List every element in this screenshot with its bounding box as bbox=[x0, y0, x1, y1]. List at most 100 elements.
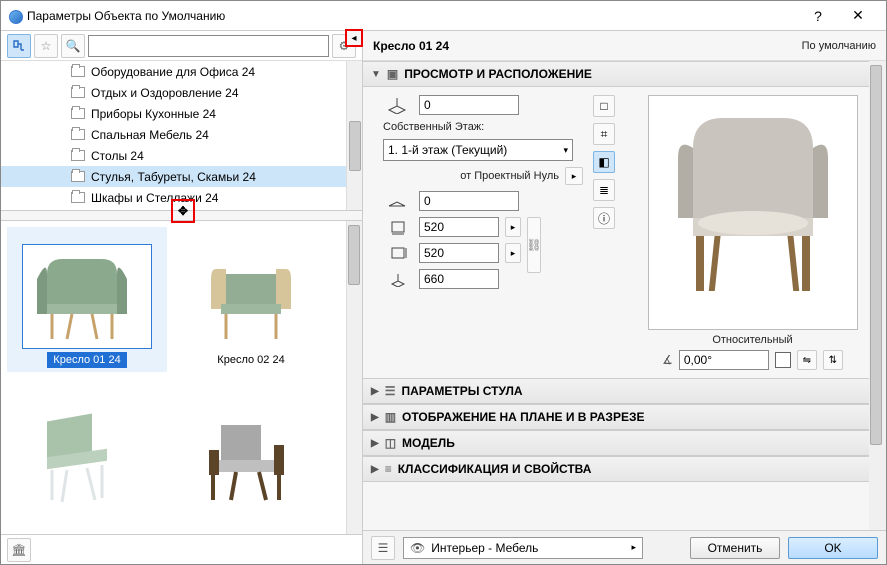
info-icon: ⓘ bbox=[598, 210, 610, 227]
split-divider[interactable]: ✥ bbox=[1, 211, 362, 221]
story-select[interactable]: 1. 1-й этаж (Текущий) ▾ bbox=[383, 139, 573, 161]
close-button[interactable]: ✕ bbox=[838, 2, 878, 30]
preview-mode-plan[interactable]: ⌗ bbox=[593, 123, 615, 145]
project-zero-input[interactable] bbox=[419, 191, 519, 211]
tree-scrollbar[interactable] bbox=[346, 61, 362, 210]
preview-mode-elevation[interactable]: ≣ bbox=[593, 179, 615, 201]
depth-flip-button[interactable]: ▸ bbox=[505, 243, 521, 263]
cancel-button[interactable]: Отменить bbox=[690, 537, 780, 559]
object-item-selected[interactable]: Кресло 01 24 bbox=[7, 227, 167, 372]
help-button[interactable]: ? bbox=[798, 2, 838, 30]
section-model-title: МОДЕЛЬ bbox=[402, 436, 455, 450]
preview-mode-3d[interactable]: ◧ bbox=[593, 151, 615, 173]
tree-item[interactable]: Оборудование для Офиса 24 bbox=[1, 61, 362, 82]
layer-icon-button[interactable]: ☰ bbox=[371, 536, 395, 560]
folder-icon bbox=[71, 150, 85, 161]
section-class-title: КЛАССИФИКАЦИЯ И СВОЙСТВА bbox=[398, 462, 592, 476]
angle-input[interactable] bbox=[679, 350, 769, 370]
preview-3d[interactable] bbox=[648, 95, 858, 330]
own-story-label: Собственный Этаж: bbox=[383, 121, 583, 133]
tree-item-label: Спальная Мебель 24 bbox=[91, 128, 209, 142]
mirror-y-button[interactable]: ⇅ bbox=[823, 350, 843, 370]
width-flip-button[interactable]: ▸ bbox=[505, 217, 521, 237]
object-item-label: Кресло 02 24 bbox=[211, 352, 290, 368]
library-icon: 🏛 bbox=[11, 543, 26, 557]
tree-item-label: Столы 24 bbox=[91, 149, 144, 163]
preview-info[interactable]: ⓘ bbox=[593, 207, 615, 229]
section-params-head[interactable]: ▶ ☰ ПАРАМЕТРЫ СТУЛА bbox=[363, 378, 886, 404]
search-icon: 🔍 bbox=[66, 39, 81, 53]
mirror-icon: ⇅ bbox=[829, 355, 837, 366]
layer-combo[interactable]: 👁 Интерьер - Мебель ▸ bbox=[403, 537, 643, 559]
origin-row bbox=[383, 95, 583, 115]
angle-row: ∡ ⇋ ⇅ bbox=[662, 350, 843, 370]
library-manager-button[interactable]: 🏛 bbox=[7, 538, 31, 562]
project-zero-row bbox=[383, 191, 583, 211]
chevron-left-icon: ◂ bbox=[351, 33, 356, 44]
tree-item-label: Приборы Кухонные 24 bbox=[91, 107, 216, 121]
titlebar: Параметры Объекта по Умолчанию ? ✕ bbox=[1, 1, 886, 31]
object-item[interactable] bbox=[7, 376, 167, 521]
from-project-zero-label: от Проектный Нуль bbox=[460, 170, 559, 182]
object-item[interactable] bbox=[171, 376, 331, 521]
section-class-head[interactable]: ▶ ≡ КЛАССИФИКАЦИЯ И СВОЙСТВА bbox=[363, 456, 886, 482]
object-item[interactable]: Кресло 02 24 bbox=[171, 227, 331, 372]
origin-z-input[interactable] bbox=[419, 95, 519, 115]
square-icon: □ bbox=[600, 99, 607, 113]
ok-button[interactable]: OK bbox=[788, 537, 878, 559]
tree-item[interactable]: Приборы Кухонные 24 bbox=[1, 103, 362, 124]
chevron-down-icon: ▼ bbox=[371, 69, 381, 80]
list-icon: ≡ bbox=[385, 462, 392, 476]
object-thumb bbox=[22, 405, 152, 510]
story-select-value: 1. 1-й этаж (Текущий) bbox=[388, 143, 507, 157]
tree-item-selected[interactable]: Стулья, Табуреты, Скамьи 24 bbox=[1, 166, 362, 187]
section-plan-head[interactable]: ▶ ▥ ОТОБРАЖЕНИЕ НА ПЛАНЕ И В РАЗРЕЗЕ bbox=[363, 404, 886, 430]
chevron-right-icon: ▸ bbox=[511, 222, 516, 233]
section-model-head[interactable]: ▶ ◫ МОДЕЛЬ bbox=[363, 430, 886, 456]
object-title: Кресло 01 24 bbox=[373, 39, 449, 53]
right-scroll-thumb[interactable] bbox=[870, 65, 882, 445]
plan-icon: ▥ bbox=[385, 410, 396, 424]
object-item-label: Кресло 01 24 bbox=[47, 352, 126, 368]
tree-item[interactable]: Спальная Мебель 24 bbox=[1, 124, 362, 145]
ok-button-label: OK bbox=[824, 541, 841, 555]
depth-input[interactable] bbox=[419, 243, 499, 263]
width-input[interactable] bbox=[419, 217, 499, 237]
window-title: Параметры Объекта по Умолчанию bbox=[9, 9, 798, 23]
right-panel: Кресло 01 24 По умолчанию ▼ ▣ ПРОСМОТР И… bbox=[363, 31, 886, 564]
collapse-left-button[interactable]: ◂ bbox=[345, 29, 363, 47]
height-input[interactable] bbox=[419, 269, 499, 289]
chain-icon: ⛓ bbox=[526, 238, 541, 252]
grid-scroll-thumb[interactable] bbox=[348, 225, 360, 285]
right-scrollbar[interactable] bbox=[869, 61, 886, 530]
section-view-title: ПРОСМОТР И РАСПОЛОЖЕНИЕ bbox=[404, 67, 592, 81]
favorite-button[interactable]: ☆ bbox=[34, 34, 58, 58]
tree-item[interactable]: Отдых и Оздоровление 24 bbox=[1, 82, 362, 103]
preview-mode-symbol[interactable]: □ bbox=[593, 95, 615, 117]
reference-button[interactable]: ▸ bbox=[565, 167, 583, 185]
folder-icon bbox=[71, 66, 85, 77]
width-row: ▸ bbox=[383, 217, 521, 237]
mirror-x-button[interactable]: ⇋ bbox=[797, 350, 817, 370]
layers-icon: ☰ bbox=[378, 541, 389, 555]
search-input[interactable] bbox=[88, 35, 329, 57]
chevron-right-icon: ▶ bbox=[371, 438, 379, 449]
section-view-body: Собственный Этаж: 1. 1-й этаж (Текущий) … bbox=[363, 87, 886, 378]
right-header: Кресло 01 24 По умолчанию bbox=[363, 31, 886, 61]
grid-scrollbar[interactable] bbox=[346, 221, 362, 534]
search-button[interactable]: 🔍 bbox=[61, 34, 85, 58]
move-cursor-icon: ✥ bbox=[171, 199, 195, 223]
lock-angle-checkbox[interactable] bbox=[775, 352, 791, 368]
relative-label: Относительный bbox=[712, 334, 792, 346]
tree-item[interactable]: Столы 24 bbox=[1, 145, 362, 166]
height-icon bbox=[383, 269, 413, 289]
section-view-head[interactable]: ▼ ▣ ПРОСМОТР И РАСПОЛОЖЕНИЕ bbox=[363, 61, 886, 87]
left-footer: 🏛 bbox=[1, 534, 362, 564]
from-zero-row: от Проектный Нуль ▸ bbox=[383, 167, 583, 185]
library-tree-button[interactable] bbox=[7, 34, 31, 58]
chevron-right-icon: ▸ bbox=[511, 248, 516, 259]
section-plan-title: ОТОБРАЖЕНИЕ НА ПЛАНЕ И В РАЗРЕЗЕ bbox=[402, 410, 644, 424]
tree-scroll-thumb[interactable] bbox=[349, 121, 361, 171]
mirror-icon: ⇋ bbox=[803, 355, 811, 366]
link-dimensions-button[interactable]: ⛓ bbox=[527, 217, 541, 273]
